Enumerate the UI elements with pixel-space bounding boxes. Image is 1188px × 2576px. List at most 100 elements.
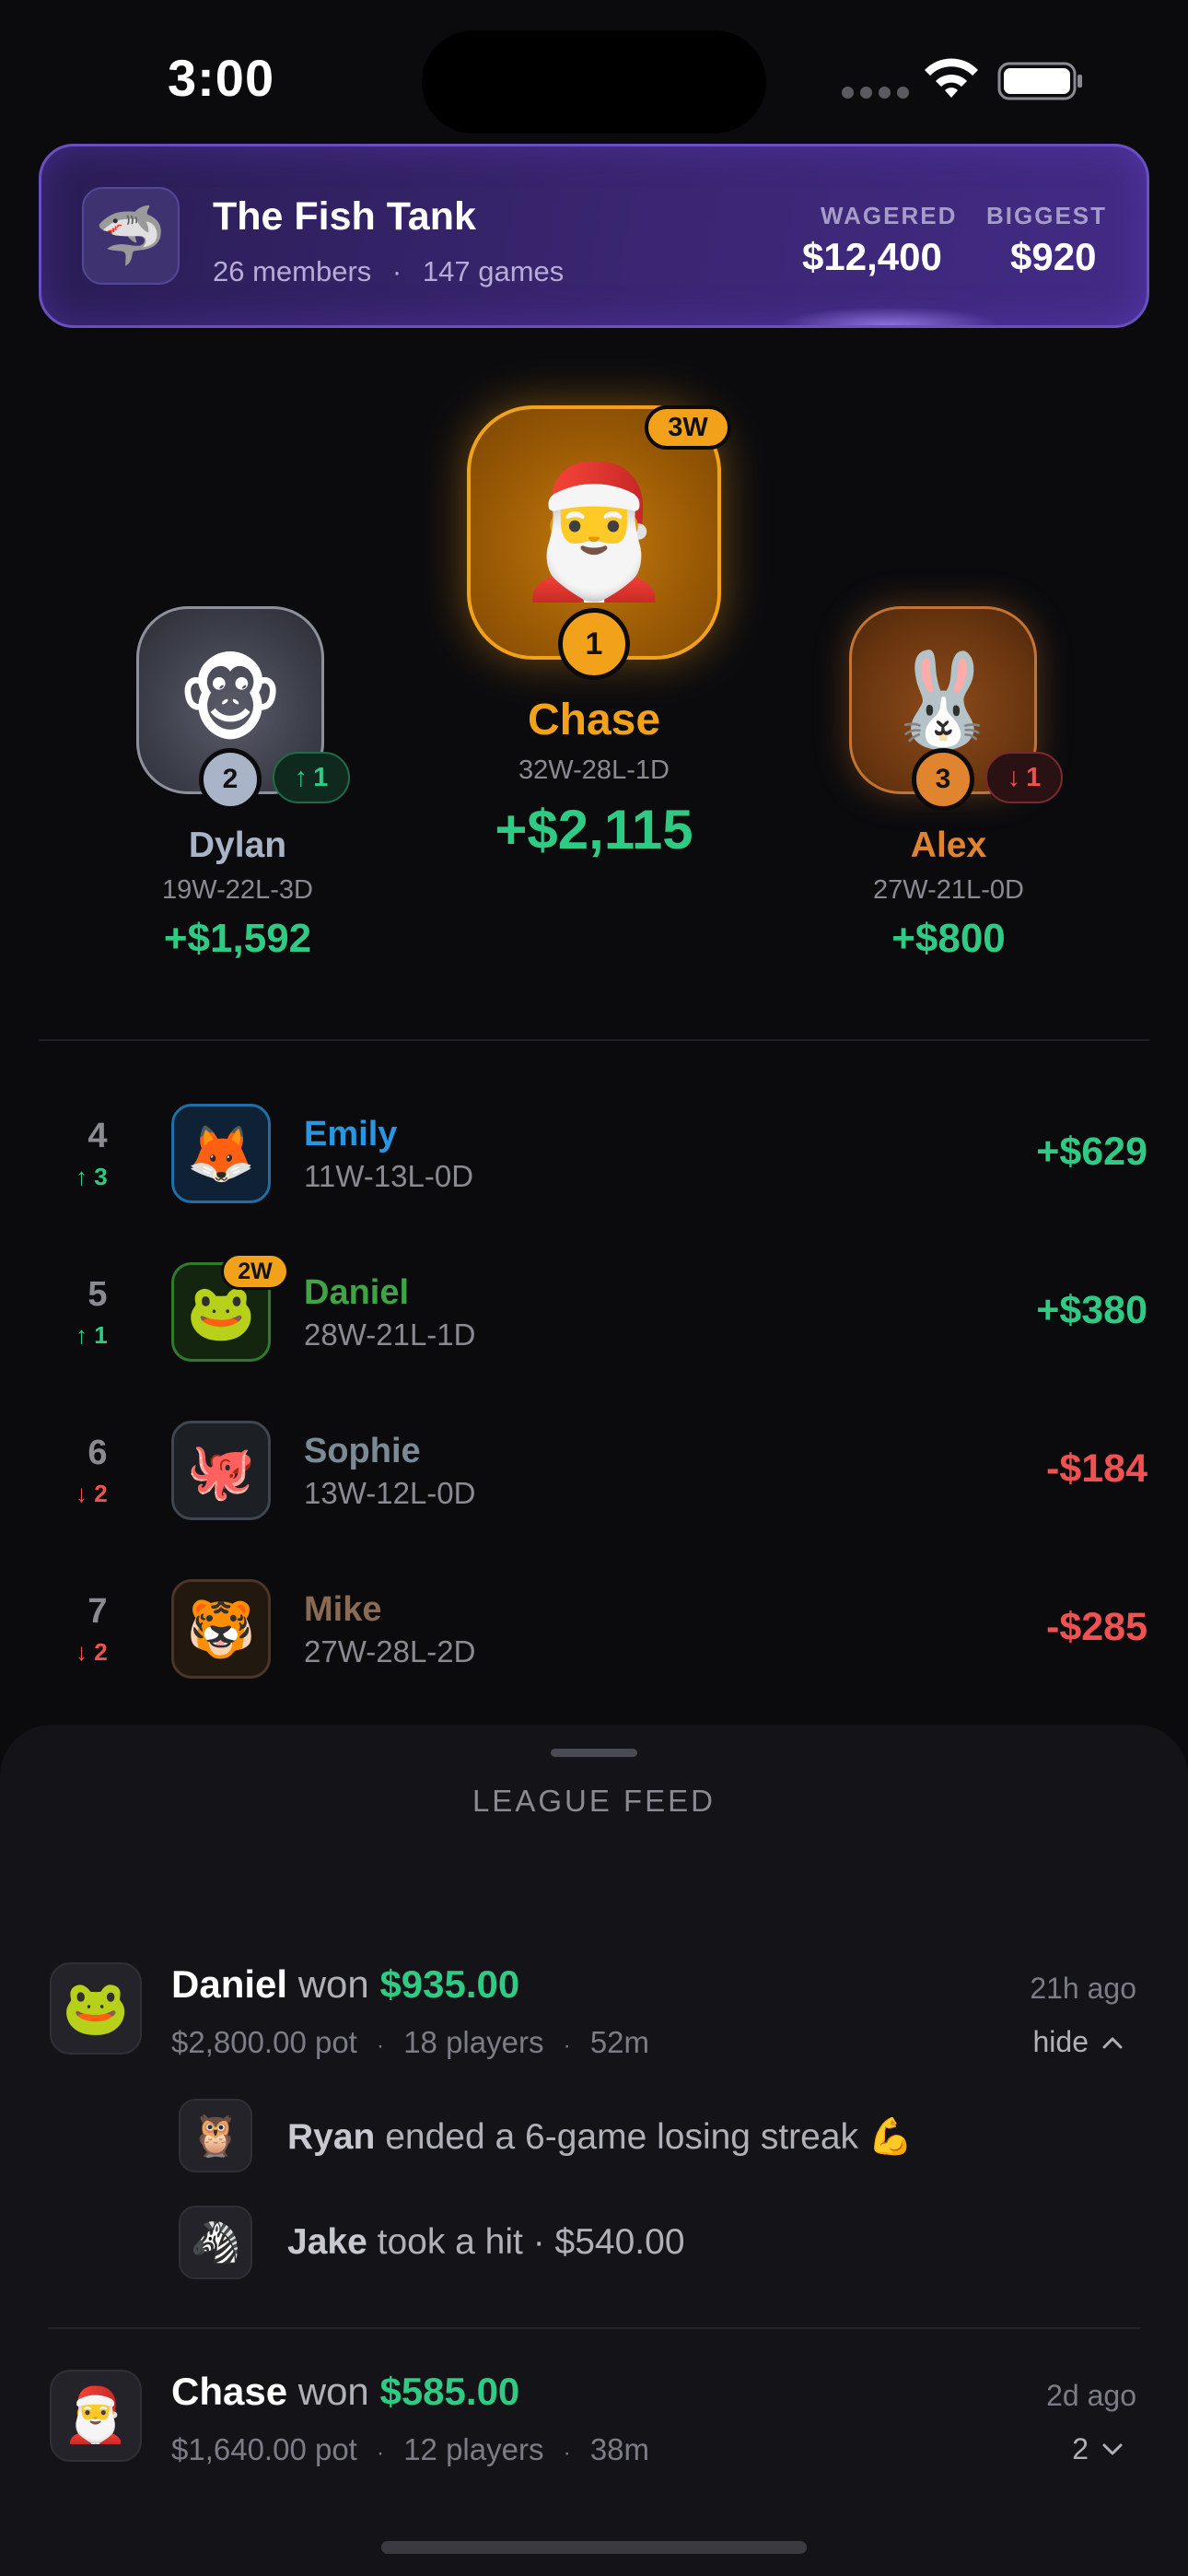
podium-first-amount: +$2,115: [495, 799, 693, 861]
player-record: 13W-12L-0D: [304, 1476, 476, 1510]
rank-number: 6: [87, 1434, 108, 1472]
detail-separator: ·: [563, 2441, 571, 2465]
status-time: 3:00: [168, 49, 275, 107]
league-meta: 26 members · 147 games: [213, 255, 564, 288]
rank-change-value: 2: [94, 1638, 108, 1666]
chevron-down-icon: [1102, 2443, 1123, 2454]
feed-amount: $935.00: [379, 1962, 520, 2006]
dynamic-island: [422, 30, 766, 134]
feed-verb: won: [297, 2370, 369, 2413]
feed-avatar: 🎅: [50, 2370, 142, 2462]
wagered-label: WAGERED: [821, 202, 958, 229]
league-header-card[interactable]: 🦈 The Fish Tank 26 members · 147 games W…: [39, 144, 1149, 328]
sub-feed-avatar: 🦉: [179, 2099, 252, 2172]
player-name: Emily: [304, 1115, 398, 1153]
sub-feed-text: Jake took a hit · $540.00: [287, 2222, 685, 2263]
rank-change-value: 2: [94, 1480, 108, 1507]
podium-second-amount: +$1,592: [163, 916, 312, 961]
player-amount: -$184: [1046, 1446, 1147, 1491]
sub-feed-avatar: 🦓: [179, 2206, 252, 2279]
home-indicator[interactable]: [381, 2541, 807, 2554]
feed-divider: [48, 2327, 1140, 2329]
rank-change-value: 1: [313, 762, 329, 792]
feed-timestamp: 21h ago: [1030, 1972, 1136, 2005]
ranking-row-sophie[interactable]: 6 ↓ 2 🐙 Sophie 13W-12L-0D -$184: [0, 1421, 1188, 1522]
chevron-up-icon: [1102, 2037, 1123, 2048]
player-amount: -$285: [1046, 1605, 1147, 1649]
player-record: 11W-13L-0D: [304, 1159, 474, 1193]
ranking-row-daniel[interactable]: 5 ↑ 1 🐸 2W Daniel 28W-21L-1D +$380: [0, 1253, 1188, 1364]
hide-replies-button[interactable]: hide: [1033, 2025, 1124, 2059]
rank-number: 7: [87, 1592, 108, 1631]
meta-separator: ·: [391, 255, 402, 287]
podium-third-amount: +$800: [891, 916, 1006, 961]
pot-size: $2,800.00 pot: [171, 2025, 357, 2059]
arrow-up-icon: ↑: [76, 1321, 87, 1349]
player-name: Sophie: [304, 1432, 421, 1470]
league-logo-shark-icon: 🦈: [82, 187, 180, 285]
rank-change: ↑ 1: [76, 1321, 108, 1350]
podium-third-name[interactable]: Alex: [764, 825, 1133, 866]
cellular-signal-icon: [842, 87, 909, 99]
sub-feed-text: Ryan ended a 6-game losing streak 💪: [287, 2115, 913, 2158]
battery-icon: [997, 62, 1082, 100]
player-record: 28W-21L-1D: [304, 1317, 476, 1352]
feed-game-details: $2,800.00 pot · 18 players · 52m: [171, 2025, 649, 2060]
feed-player-name: Daniel: [171, 1962, 288, 2006]
detail-separator: ·: [377, 2441, 385, 2465]
wifi-icon: [925, 58, 978, 98]
player-count: 18 players: [403, 2025, 544, 2059]
ranking-row-emily[interactable]: 4 ↑ 3 🦊 Emily 11W-13L-0D +$629: [0, 1104, 1188, 1205]
arrow-down-icon: ↓: [1007, 762, 1021, 792]
game-duration: 38m: [589, 2432, 650, 2466]
rank-change-value: 3: [94, 1163, 108, 1190]
rank-change-chip: ↓ 1: [985, 752, 1063, 803]
feed-verb: won: [297, 1962, 369, 2006]
sub-feed-player: Jake: [287, 2222, 367, 2262]
rank-badge-3: 3: [912, 748, 974, 811]
show-replies-button[interactable]: 2: [1072, 2432, 1124, 2466]
game-duration: 52m: [589, 2025, 650, 2059]
rank-number: 4: [87, 1117, 108, 1155]
player-avatar: 🐯: [171, 1579, 271, 1679]
arrow-down-icon: ↓: [76, 1638, 87, 1666]
feed-headline[interactable]: Daniel won $935.00: [171, 1962, 519, 2007]
feed-title: LEAGUE FEED: [472, 1784, 716, 1818]
wagered-value: $12,400: [802, 235, 942, 278]
biggest-label: BIGGEST: [986, 202, 1108, 229]
feed-avatar: 🐸: [50, 1962, 142, 2055]
podium-second-name[interactable]: Dylan: [53, 825, 422, 866]
player-name: Mike: [304, 1590, 382, 1629]
player-avatar: 🦊: [171, 1104, 271, 1203]
rank-change: ↑ 3: [76, 1163, 108, 1191]
feed-timestamp: 2d ago: [1046, 2379, 1136, 2412]
sub-feed-player: Ryan: [287, 2117, 376, 2157]
toggle-label: hide: [1032, 2025, 1089, 2058]
podium-third-record: 27W-21L-0D: [873, 875, 1024, 905]
podium-first-record: 32W-28L-1D: [518, 755, 670, 785]
rank-badge-1: 1: [558, 608, 630, 680]
rank-change: ↓ 2: [76, 1638, 108, 1667]
arrow-down-icon: ↓: [76, 1480, 87, 1507]
player-amount: +$380: [1036, 1288, 1147, 1332]
rank-change: ↓ 2: [76, 1480, 108, 1508]
sub-feed-message: ended a 6-game losing streak 💪: [385, 2117, 914, 2157]
player-amount: +$629: [1036, 1130, 1147, 1174]
player-avatar: 🐙: [171, 1421, 271, 1520]
detail-separator: ·: [377, 2033, 385, 2058]
feed-game-details: $1,640.00 pot · 12 players · 38m: [171, 2432, 649, 2467]
sheet-drag-handle[interactable]: [551, 1749, 637, 1757]
league-name: The Fish Tank: [213, 194, 476, 239]
podium-second-record: 19W-22L-3D: [162, 875, 313, 905]
podium-first-name[interactable]: Chase: [410, 695, 778, 745]
feed-player-name: Chase: [171, 2370, 288, 2413]
player-name: Daniel: [304, 1273, 410, 1312]
ranking-row-mike[interactable]: 7 ↓ 2 🐯 Mike 27W-28L-2D -$285: [0, 1579, 1188, 1680]
rank-change-value: 1: [1026, 762, 1042, 792]
rank-change-value: 1: [94, 1321, 108, 1349]
biggest-value: $920: [1010, 235, 1097, 278]
win-streak-badge: 2W: [221, 1253, 289, 1290]
pot-size: $1,640.00 pot: [171, 2432, 357, 2466]
feed-headline[interactable]: Chase won $585.00: [171, 2370, 519, 2414]
arrow-up-icon: ↑: [294, 762, 309, 792]
